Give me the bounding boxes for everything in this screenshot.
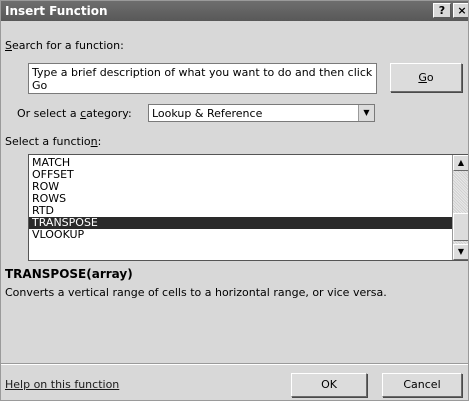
function-item[interactable]: ROWS (29, 193, 452, 205)
function-signature: TRANSPOSE(array) (5, 267, 133, 281)
cancel-button[interactable]: Cancel (382, 373, 462, 397)
function-list-label-pre: Select a functio (5, 135, 91, 148)
scrollbar-thumb[interactable] (453, 213, 468, 241)
function-list-label-accesskey: n (90, 135, 98, 148)
function-list-label-post: : (97, 135, 102, 148)
go-button-accesskey: G (418, 71, 427, 84)
function-item[interactable]: VLOOKUP (29, 229, 452, 241)
function-item[interactable]: TRANSPOSE (29, 217, 452, 229)
search-input[interactable]: Type a brief description of what you wan… (28, 63, 377, 94)
search-label: Search for a function: (5, 39, 124, 52)
close-button[interactable]: × (453, 3, 468, 18)
function-item[interactable]: ROW (29, 181, 452, 193)
function-list-scrollbar[interactable]: ▲ ▼ (452, 155, 468, 260)
category-label-pre: Or select a (17, 107, 81, 120)
function-list[interactable]: MATCH OFFSET ROW ROWS RTD TRANSPOSE VLOO… (28, 154, 468, 261)
ok-button[interactable]: OK (291, 373, 367, 397)
function-item[interactable]: OFFSET (29, 169, 452, 181)
title-bar[interactable]: Insert Function ? × (1, 1, 468, 21)
help-button[interactable]: ? (433, 3, 451, 18)
search-label-accesskey: S (5, 39, 12, 52)
function-list-items: MATCH OFFSET ROW ROWS RTD TRANSPOSE VLOO… (29, 157, 452, 241)
function-description: Converts a vertical range of cells to a … (5, 286, 387, 299)
category-select-value: Lookup & Reference (152, 107, 263, 120)
help-on-function-link[interactable]: Help on this function (5, 378, 119, 391)
scroll-down-arrow-icon[interactable]: ▼ (453, 244, 468, 260)
footer-divider (1, 363, 468, 365)
window-title: Insert Function (5, 4, 108, 18)
function-list-label: Select a function: (5, 135, 101, 148)
go-button[interactable]: Go (390, 63, 462, 92)
category-select[interactable]: Lookup & Reference ▼ (148, 104, 375, 122)
category-label-post: ategory: (86, 107, 132, 120)
function-item[interactable]: MATCH (29, 157, 452, 169)
search-label-text: earch for a function: (11, 39, 124, 52)
insert-function-dialog: Insert Function ? × Search for a functio… (0, 0, 469, 401)
category-label: Or select a category: (17, 107, 132, 120)
scroll-up-arrow-icon[interactable]: ▲ (453, 155, 468, 171)
go-button-text: o (426, 71, 434, 84)
dropdown-arrow-icon[interactable]: ▼ (358, 105, 374, 121)
